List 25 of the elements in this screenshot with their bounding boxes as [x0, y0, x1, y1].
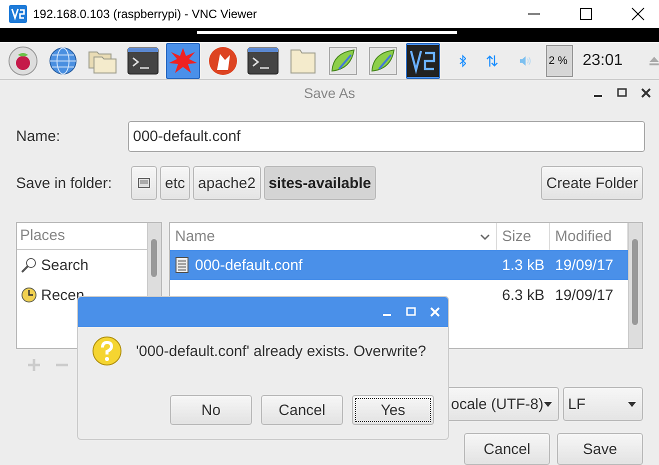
file-date: 19/09/17	[555, 286, 614, 304]
file-date: 19/09/17	[555, 256, 614, 274]
file-size: 6.3 kB	[502, 286, 545, 304]
place-item[interactable]: Search	[17, 250, 147, 280]
dialog-button[interactable]: Cancel	[261, 395, 343, 425]
cpu-reading: 2 %	[548, 54, 568, 67]
window-title: 192.168.0.103 (raspberrypi) - VNC Viewer	[33, 6, 257, 21]
name-field[interactable]: 000-default.conf	[128, 121, 645, 152]
dialog-title: Save As	[304, 85, 356, 102]
line-ending-dropdown[interactable]: LF	[563, 387, 643, 422]
file-size: 1.3 kB	[502, 256, 545, 274]
create-folder-button[interactable]: Create Folder	[541, 166, 643, 200]
path-button[interactable]: apache2	[193, 166, 261, 200]
clock[interactable]: 23:01	[582, 52, 623, 70]
confirm-message: '000-default.conf' already exists. Overwrite?	[136, 342, 426, 360]
folder-label: Save in folder:	[16, 174, 113, 192]
dialog-button[interactable]: Save	[557, 433, 643, 465]
path-button[interactable]: sites-available	[264, 166, 376, 200]
path-button[interactable]: etc	[160, 166, 190, 200]
dialog-button[interactable]: No	[170, 395, 252, 425]
encoding-dropdown[interactable]: ocale (UTF-8)	[447, 387, 559, 422]
dialog-button[interactable]: Cancel	[464, 433, 550, 465]
dialog-button[interactable]: Yes	[352, 395, 434, 425]
name-label: Name:	[16, 128, 62, 146]
file-name: 000-default.conf	[195, 256, 303, 274]
